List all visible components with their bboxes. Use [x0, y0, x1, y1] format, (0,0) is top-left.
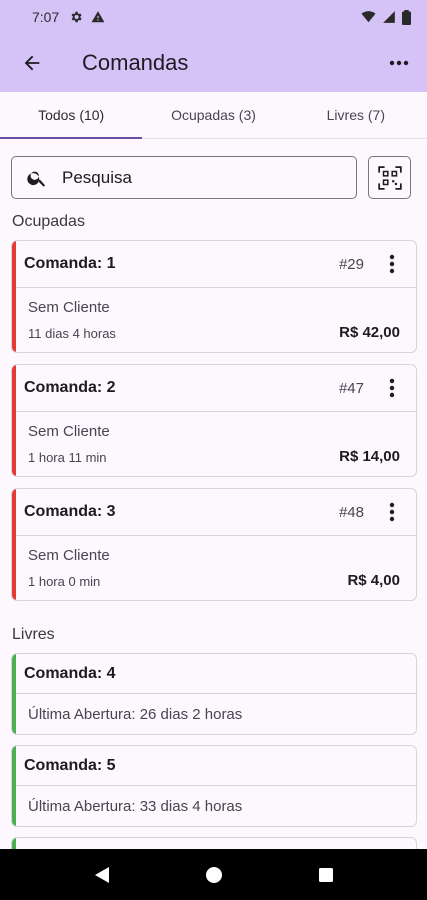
comanda-name: Comanda: 5 [24, 756, 116, 774]
nav-recents-button[interactable] [314, 863, 338, 887]
wifi-icon [361, 11, 376, 23]
comanda-duration: 11 dias 4 horas [28, 326, 116, 341]
qr-scan-button[interactable] [368, 156, 411, 199]
comanda-client: Sem Cliente [28, 423, 110, 440]
more-vertical-icon [389, 378, 395, 398]
page-title: Comandas [82, 50, 189, 75]
tab-todos[interactable]: Todos (10) [0, 92, 143, 139]
comanda-card-4[interactable]: Comanda: 4 Última Abertura: 26 dias 2 ho… [11, 653, 417, 735]
free-indicator [12, 746, 16, 826]
status-bar: 7:07 [0, 0, 427, 34]
battery-icon [402, 9, 411, 25]
comanda-last-open: Última Abertura: 26 dias 2 horas [28, 706, 243, 723]
search-input[interactable] [62, 167, 332, 188]
qr-code-scanner-icon [377, 165, 402, 190]
search-icon [12, 167, 62, 189]
warning-icon [91, 11, 105, 23]
more-vertical-icon [389, 254, 395, 274]
comanda-client: Sem Cliente [28, 299, 110, 316]
comanda-number: #29 [338, 255, 364, 273]
nav-back-button[interactable] [90, 863, 114, 887]
app-bar: Comandas [0, 34, 427, 92]
comanda-card-1[interactable]: Comanda: 1 #29 Sem Cliente 11 dias 4 hor… [11, 240, 417, 353]
comanda-card-2[interactable]: Comanda: 2 #47 Sem Cliente 1 hora 11 min… [11, 364, 417, 477]
nav-home-button[interactable] [202, 863, 226, 887]
comanda-menu-button[interactable] [374, 370, 410, 406]
comanda-duration: 1 hora 11 min [28, 450, 107, 465]
circle-home-icon [205, 866, 222, 883]
section-title-livres: Livres [12, 626, 55, 643]
comanda-menu-button[interactable] [374, 246, 410, 282]
system-nav-bar [0, 849, 427, 900]
comanda-total: R$ 42,00 [339, 324, 400, 341]
more-vertical-icon [389, 502, 395, 522]
search-box [11, 156, 357, 199]
comanda-last-open: Última Abertura: 33 dias 4 horas [28, 798, 243, 815]
comanda-card-3[interactable]: Comanda: 3 #48 Sem Cliente 1 hora 0 min … [11, 488, 417, 601]
settings-icon [71, 11, 82, 23]
comanda-total: R$ 14,00 [339, 448, 400, 465]
square-recents-icon [318, 867, 333, 882]
more-horizontal-icon [389, 60, 409, 66]
more-options-button[interactable] [375, 39, 423, 87]
comanda-name: Comanda: 3 [24, 503, 116, 520]
comanda-number: #47 [338, 379, 364, 397]
comanda-duration: 1 hora 0 min [28, 574, 101, 589]
comanda-menu-button[interactable] [374, 494, 410, 530]
back-button[interactable] [4, 34, 60, 92]
status-time: 7:07 [32, 9, 60, 25]
signal-icon [383, 11, 395, 23]
section-title-ocupadas: Ocupadas [12, 213, 85, 230]
comanda-name: Comanda: 1 [24, 255, 116, 272]
triangle-back-icon [94, 866, 109, 883]
tab-livres[interactable]: Livres (7) [285, 92, 427, 138]
comanda-number: #48 [338, 503, 364, 521]
comanda-name: Comanda: 4 [24, 664, 116, 682]
comanda-card-5[interactable]: Comanda: 5 Última Abertura: 33 dias 4 ho… [11, 745, 417, 827]
comanda-total: R$ 4,00 [347, 572, 400, 589]
comanda-name: Comanda: 2 [24, 379, 116, 396]
tab-bar: Todos (10) Ocupadas (3) Livres (7) [0, 92, 427, 139]
free-indicator [12, 654, 16, 734]
tab-ocupadas[interactable]: Ocupadas (3) [142, 92, 284, 138]
comanda-client: Sem Cliente [28, 547, 110, 564]
arrow-back-icon [24, 55, 40, 71]
